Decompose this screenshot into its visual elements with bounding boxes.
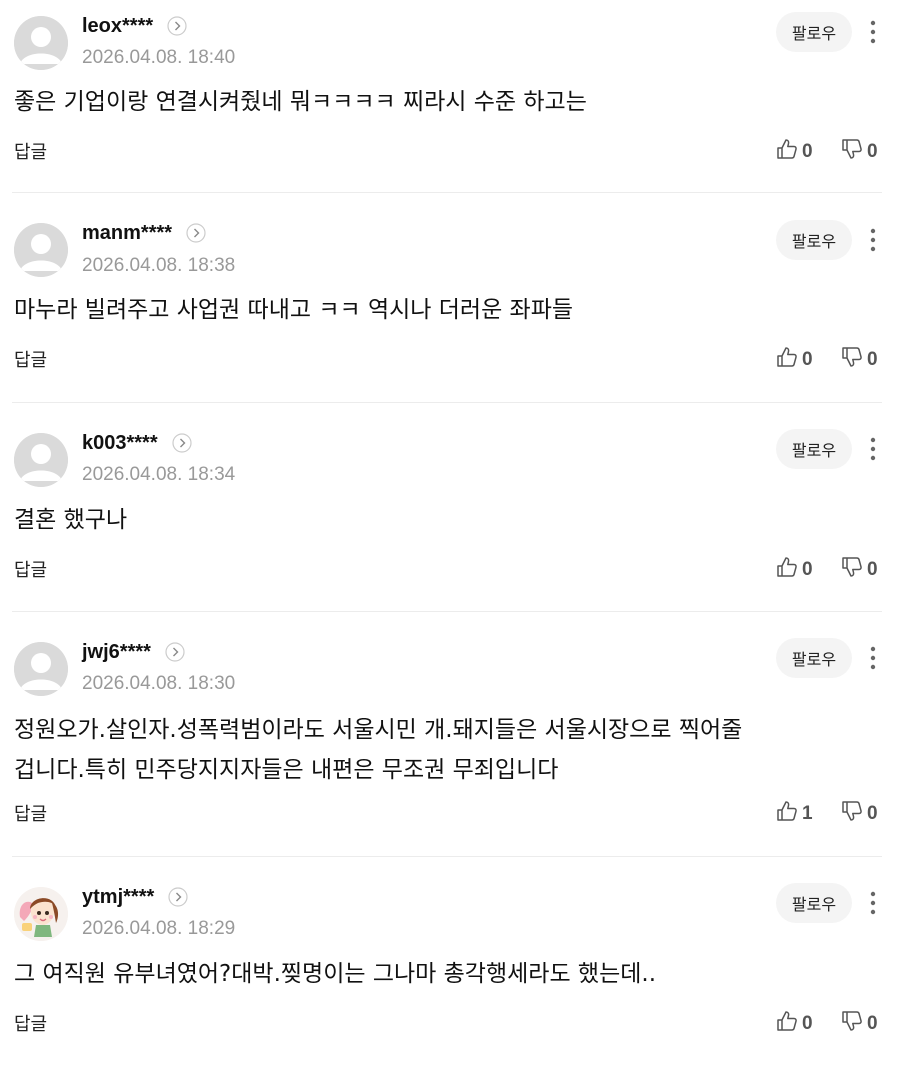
- comment-text: 결혼 했구나: [14, 507, 128, 533]
- chevron-right-icon[interactable]: [168, 887, 188, 907]
- reply-button[interactable]: 답글: [14, 138, 47, 164]
- dislike-count: 0: [867, 559, 878, 580]
- comment-item: jwj6**** 2026.04.08. 18:30 팔로우 정원오가.살인자.…: [12, 612, 882, 857]
- thumbs-up-icon: [776, 346, 798, 374]
- default-avatar-icon[interactable]: [14, 16, 68, 70]
- default-avatar-icon[interactable]: [14, 642, 68, 696]
- follow-button[interactable]: 팔로우: [776, 12, 852, 52]
- default-avatar-icon[interactable]: [14, 433, 68, 487]
- timestamp: 2026.04.08. 18:34: [82, 464, 236, 485]
- dislike-button[interactable]: 0: [841, 138, 878, 166]
- username[interactable]: ytmj****: [82, 886, 154, 909]
- like-count: 1: [802, 803, 813, 824]
- more-options-icon[interactable]: [864, 638, 882, 678]
- dislike-button[interactable]: 0: [841, 1010, 878, 1038]
- user-line: leox****: [82, 14, 187, 38]
- dislike-button[interactable]: 0: [841, 556, 878, 584]
- timestamp: 2026.04.08. 18:38: [82, 255, 236, 276]
- more-options-icon[interactable]: [864, 429, 882, 469]
- dislike-count: 0: [867, 141, 878, 162]
- more-options-icon[interactable]: [864, 12, 882, 52]
- dislike-count: 0: [867, 803, 878, 824]
- like-button[interactable]: 0: [776, 1010, 813, 1038]
- reply-button[interactable]: 답글: [14, 1010, 47, 1036]
- like-button[interactable]: 1: [776, 800, 813, 828]
- like-button[interactable]: 0: [776, 346, 813, 374]
- comment-item: leox**** 2026.04.08. 18:40 팔로우 좋은 기업이랑 연…: [12, 0, 882, 193]
- follow-button[interactable]: 팔로우: [776, 638, 852, 678]
- follow-button[interactable]: 팔로우: [776, 429, 852, 469]
- username[interactable]: leox****: [82, 15, 153, 38]
- thumbs-up-icon: [776, 1010, 798, 1038]
- dislike-count: 0: [867, 349, 878, 370]
- reply-button[interactable]: 답글: [14, 800, 47, 826]
- thumbs-up-icon: [776, 138, 798, 166]
- chevron-right-icon[interactable]: [167, 16, 187, 36]
- timestamp: 2026.04.08. 18:40: [82, 47, 236, 68]
- thumbs-up-icon: [776, 800, 798, 828]
- default-avatar-icon[interactable]: [14, 223, 68, 277]
- chevron-right-icon[interactable]: [186, 223, 206, 243]
- more-options-icon[interactable]: [864, 220, 882, 260]
- comment-text: 마누라 빌려주고 사업권 따내고 ㅋㅋ 역시나 더러운 좌파들: [14, 297, 574, 323]
- chevron-right-icon[interactable]: [172, 433, 192, 453]
- dislike-button[interactable]: 0: [841, 346, 878, 374]
- thumbs-up-icon: [776, 556, 798, 584]
- more-options-icon[interactable]: [864, 883, 882, 923]
- like-count: 0: [802, 141, 813, 162]
- dislike-button[interactable]: 0: [841, 800, 878, 828]
- thumbs-down-icon: [841, 800, 863, 828]
- comment-item: manm**** 2026.04.08. 18:38 팔로우 마누라 빌려주고 …: [12, 193, 882, 403]
- like-count: 0: [802, 1013, 813, 1034]
- like-button[interactable]: 0: [776, 138, 813, 166]
- dislike-count: 0: [867, 1013, 878, 1034]
- reply-button[interactable]: 답글: [14, 556, 47, 582]
- comment-text: 좋은 기업이랑 연결시켜줬네 뭐ㅋㅋㅋㅋ 찌라시 수준 하고는: [14, 89, 587, 115]
- character-avatar-image[interactable]: [14, 887, 68, 941]
- like-button[interactable]: 0: [776, 556, 813, 584]
- comment-text: 그 여직원 유부녀였어?대박.찢명이는 그나마 총각행세라도 했는데..: [14, 961, 657, 987]
- thumbs-down-icon: [841, 138, 863, 166]
- comment-item: k003**** 2026.04.08. 18:34 팔로우 결혼 했구나 답글…: [12, 403, 882, 612]
- user-line: ytmj****: [82, 885, 188, 909]
- chevron-right-icon[interactable]: [165, 642, 185, 662]
- reply-button[interactable]: 답글: [14, 346, 47, 372]
- username[interactable]: k003****: [82, 432, 158, 455]
- comment-text: 정원오가.살인자.성폭력범이라도 서울시민 개.돼지들은 서울시장으로 찍어줄 …: [14, 717, 743, 783]
- thumbs-down-icon: [841, 556, 863, 584]
- username[interactable]: jwj6****: [82, 641, 151, 664]
- follow-button[interactable]: 팔로우: [776, 883, 852, 923]
- like-count: 0: [802, 349, 813, 370]
- thumbs-down-icon: [841, 346, 863, 374]
- comment-list: leox**** 2026.04.08. 18:40 팔로우 좋은 기업이랑 연…: [0, 0, 900, 1065]
- user-line: manm****: [82, 221, 206, 245]
- like-count: 0: [802, 559, 813, 580]
- username[interactable]: manm****: [82, 222, 172, 245]
- thumbs-down-icon: [841, 1010, 863, 1038]
- user-line: k003****: [82, 431, 192, 455]
- timestamp: 2026.04.08. 18:30: [82, 673, 236, 694]
- comment-item: ytmj**** 2026.04.08. 18:29 팔로우 그 여직원 유부녀…: [12, 857, 882, 1065]
- timestamp: 2026.04.08. 18:29: [82, 918, 236, 939]
- user-line: jwj6****: [82, 640, 185, 664]
- follow-button[interactable]: 팔로우: [776, 220, 852, 260]
